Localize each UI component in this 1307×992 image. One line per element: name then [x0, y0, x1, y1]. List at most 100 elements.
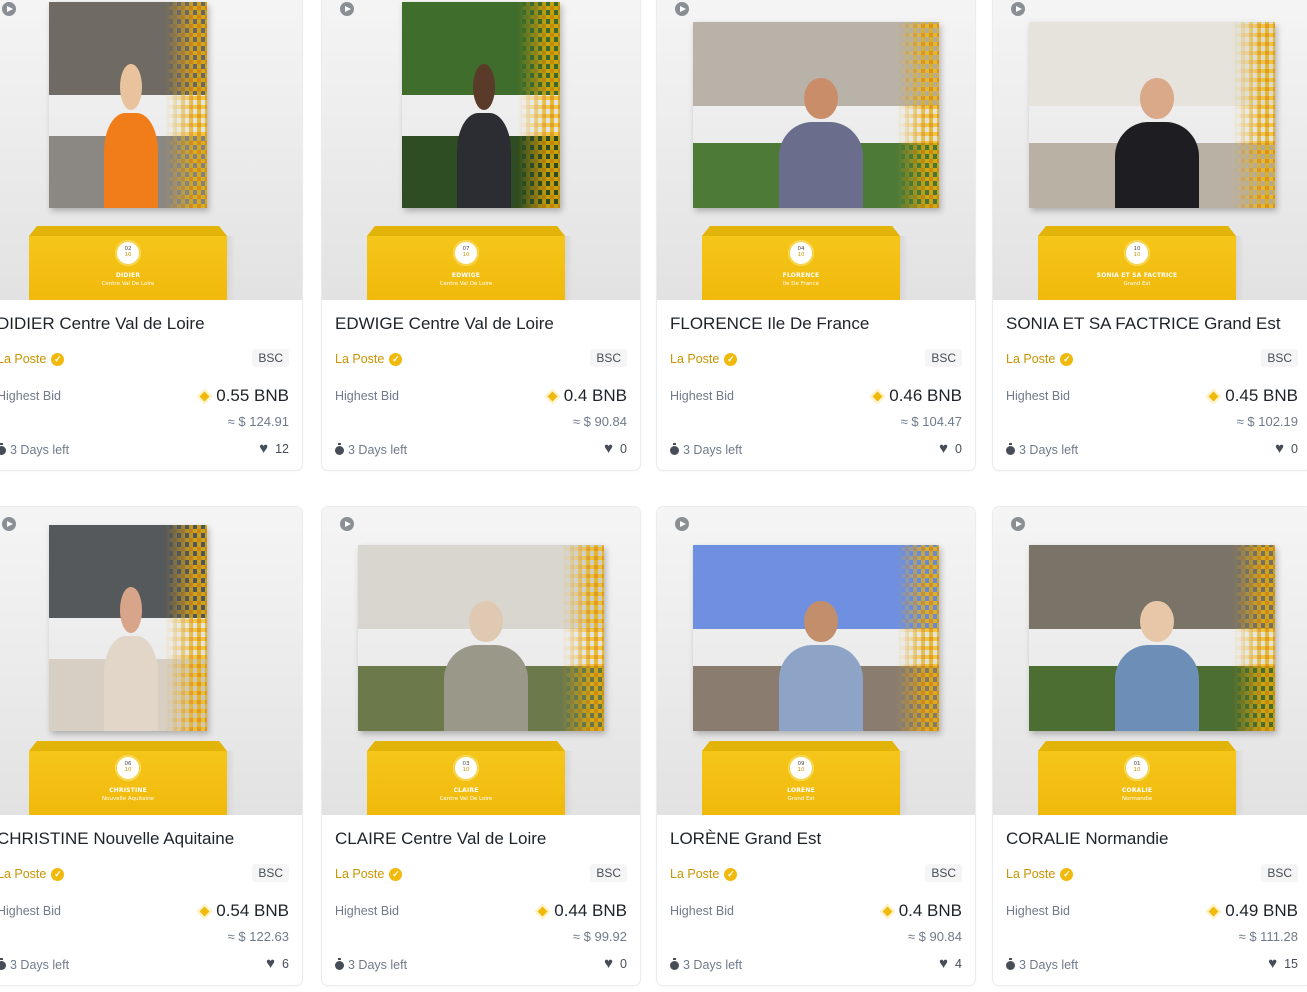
nft-media[interactable]: 03 10 CLAIRE Centre Val De Loire	[322, 507, 640, 815]
like-button[interactable]: ♥ 6	[266, 956, 289, 971]
nft-media[interactable]: 04 10 FLORENCE Ile De France	[657, 0, 975, 300]
nft-media[interactable]: 10 10 SONIA ET SA FACTRICE Grand Est	[993, 0, 1307, 300]
plinth-region: Normandie	[1121, 796, 1153, 802]
like-button[interactable]: ♥ 4	[939, 956, 962, 971]
price: 0.44 BNB	[534, 901, 627, 921]
nft-card[interactable]: 02 10 DIDIER Centre Val De Loire DIDIER …	[0, 0, 302, 470]
nft-card[interactable]: 09 10 LORÈNE Grand Est LORÈNE Grand Est …	[657, 507, 975, 985]
creator-name: La Poste	[335, 867, 385, 881]
nft-title[interactable]: DIDIER Centre Val de Loire	[0, 314, 294, 334]
like-button[interactable]: ♥ 0	[1275, 441, 1298, 456]
creator-name: La Poste	[670, 352, 720, 366]
bnb-icon	[544, 388, 560, 404]
nft-title[interactable]: CHRISTINE Nouvelle Aquitaine	[0, 829, 294, 849]
nft-info: CORALIE Normandie La Poste ✓ BSC Highest…	[993, 815, 1307, 985]
like-button[interactable]: ♥ 12	[259, 441, 289, 456]
creator-link[interactable]: La Poste ✓	[335, 867, 403, 881]
nft-card[interactable]: 04 10 FLORENCE Ile De France FLORENCE Il…	[657, 0, 975, 470]
chain-badge: BSC	[590, 864, 627, 882]
price: 0.55 BNB	[196, 386, 289, 406]
pixel-pattern	[897, 22, 939, 208]
edition-badge: 09 10	[788, 755, 814, 781]
edition-total: 10	[462, 767, 470, 773]
plinth-region: Ile De France	[783, 281, 819, 287]
pixel-pattern	[165, 525, 207, 731]
like-button[interactable]: ♥ 0	[604, 441, 627, 456]
timer-icon	[670, 957, 679, 970]
verified-check-icon: ✓	[1060, 867, 1074, 881]
edition-badge: 10 10	[1124, 240, 1150, 266]
nft-card[interactable]: 03 10 CLAIRE Centre Val De Loire CLAIRE …	[322, 507, 640, 985]
plinth-name: CORALIE	[1121, 787, 1153, 794]
plinth-region: Grand Est	[1123, 281, 1151, 287]
creator-link[interactable]: La Poste ✓	[335, 352, 403, 366]
creator-link[interactable]: La Poste ✓	[0, 867, 65, 881]
nft-media[interactable]: 09 10 LORÈNE Grand Est	[657, 507, 975, 815]
nft-photo	[1029, 545, 1275, 731]
nft-media[interactable]: 02 10 DIDIER Centre Val De Loire	[0, 0, 302, 300]
time-left: 3 Days left	[335, 957, 407, 972]
play-icon[interactable]	[1011, 2, 1025, 16]
time-left-text: 3 Days left	[683, 958, 743, 972]
play-icon[interactable]	[2, 2, 16, 16]
time-left-text: 3 Days left	[1019, 443, 1079, 457]
nft-media[interactable]: 07 10 EDWIGE Centre Val De Loire	[322, 0, 640, 300]
nft-media[interactable]: 01 10 CORALIE Normandie	[993, 507, 1307, 815]
nft-title[interactable]: LORÈNE Grand Est	[670, 829, 967, 849]
heart-icon: ♥	[1268, 955, 1278, 972]
nft-media[interactable]: 06 10 CHRISTINE Nouvelle Aquitaine	[0, 507, 302, 815]
nft-card[interactable]: 07 10 EDWIGE Centre Val De Loire EDWIGE …	[322, 0, 640, 470]
timer-icon	[0, 957, 6, 970]
nft-plinth: 10 10 SONIA ET SA FACTRICE Grand Est	[1038, 236, 1236, 300]
bid-label: Highest Bid	[1006, 389, 1070, 403]
creator-name: La Poste	[670, 867, 720, 881]
nft-title[interactable]: CORALIE Normandie	[1006, 829, 1303, 849]
play-icon[interactable]	[1011, 517, 1025, 531]
verified-check-icon: ✓	[389, 352, 403, 366]
edition-badge: 02 10	[115, 240, 141, 266]
nft-title[interactable]: SONIA ET SA FACTRICE Grand Est	[1006, 314, 1303, 334]
play-icon[interactable]	[675, 2, 689, 16]
price-value: 0.45 BNB	[1225, 386, 1298, 405]
like-button[interactable]: ♥ 15	[1268, 956, 1298, 971]
edition-badge: 06 10	[115, 755, 141, 781]
edition-total: 10	[797, 767, 805, 773]
chain-badge: BSC	[1261, 864, 1298, 882]
creator-link[interactable]: La Poste ✓	[1006, 352, 1074, 366]
nft-photo	[693, 545, 939, 731]
like-button[interactable]: ♥ 0	[604, 956, 627, 971]
plinth-region: Nouvelle Aquitaine	[102, 796, 154, 802]
bid-label: Highest Bid	[335, 389, 399, 403]
creator-name: La Poste	[0, 352, 47, 366]
play-icon[interactable]	[675, 517, 689, 531]
creator-link[interactable]: La Poste ✓	[1006, 867, 1074, 881]
creator-name: La Poste	[335, 352, 385, 366]
pixel-pattern	[1233, 22, 1275, 208]
plinth-name: LORÈNE	[787, 787, 815, 794]
bid-label: Highest Bid	[670, 904, 734, 918]
like-count: 0	[620, 956, 627, 971]
creator-link[interactable]: La Poste ✓	[0, 352, 65, 366]
play-icon[interactable]	[2, 517, 16, 531]
like-count: 0	[955, 441, 962, 456]
creator-link[interactable]: La Poste ✓	[670, 352, 738, 366]
nft-card[interactable]: 06 10 CHRISTINE Nouvelle Aquitaine CHRIS…	[0, 507, 302, 985]
nft-card[interactable]: 01 10 CORALIE Normandie CORALIE Normandi…	[993, 507, 1307, 985]
nft-title[interactable]: CLAIRE Centre Val de Loire	[335, 829, 632, 849]
timer-icon	[1006, 957, 1015, 970]
play-icon[interactable]	[340, 517, 354, 531]
price: 0.4 BNB	[544, 386, 627, 406]
bid-label: Highest Bid	[0, 389, 61, 403]
play-icon[interactable]	[340, 2, 354, 16]
heart-icon: ♥	[1275, 440, 1285, 457]
price: 0.45 BNB	[1205, 386, 1298, 406]
creator-link[interactable]: La Poste ✓	[670, 867, 738, 881]
nft-title[interactable]: EDWIGE Centre Val de Loire	[335, 314, 632, 334]
time-left: 3 Days left	[1006, 957, 1078, 972]
like-button[interactable]: ♥ 0	[939, 441, 962, 456]
bid-label: Highest Bid	[1006, 904, 1070, 918]
nft-card[interactable]: 10 10 SONIA ET SA FACTRICE Grand Est SON…	[993, 0, 1307, 470]
bid-label: Highest Bid	[670, 389, 734, 403]
nft-photo	[49, 525, 207, 731]
nft-title[interactable]: FLORENCE Ile De France	[670, 314, 967, 334]
